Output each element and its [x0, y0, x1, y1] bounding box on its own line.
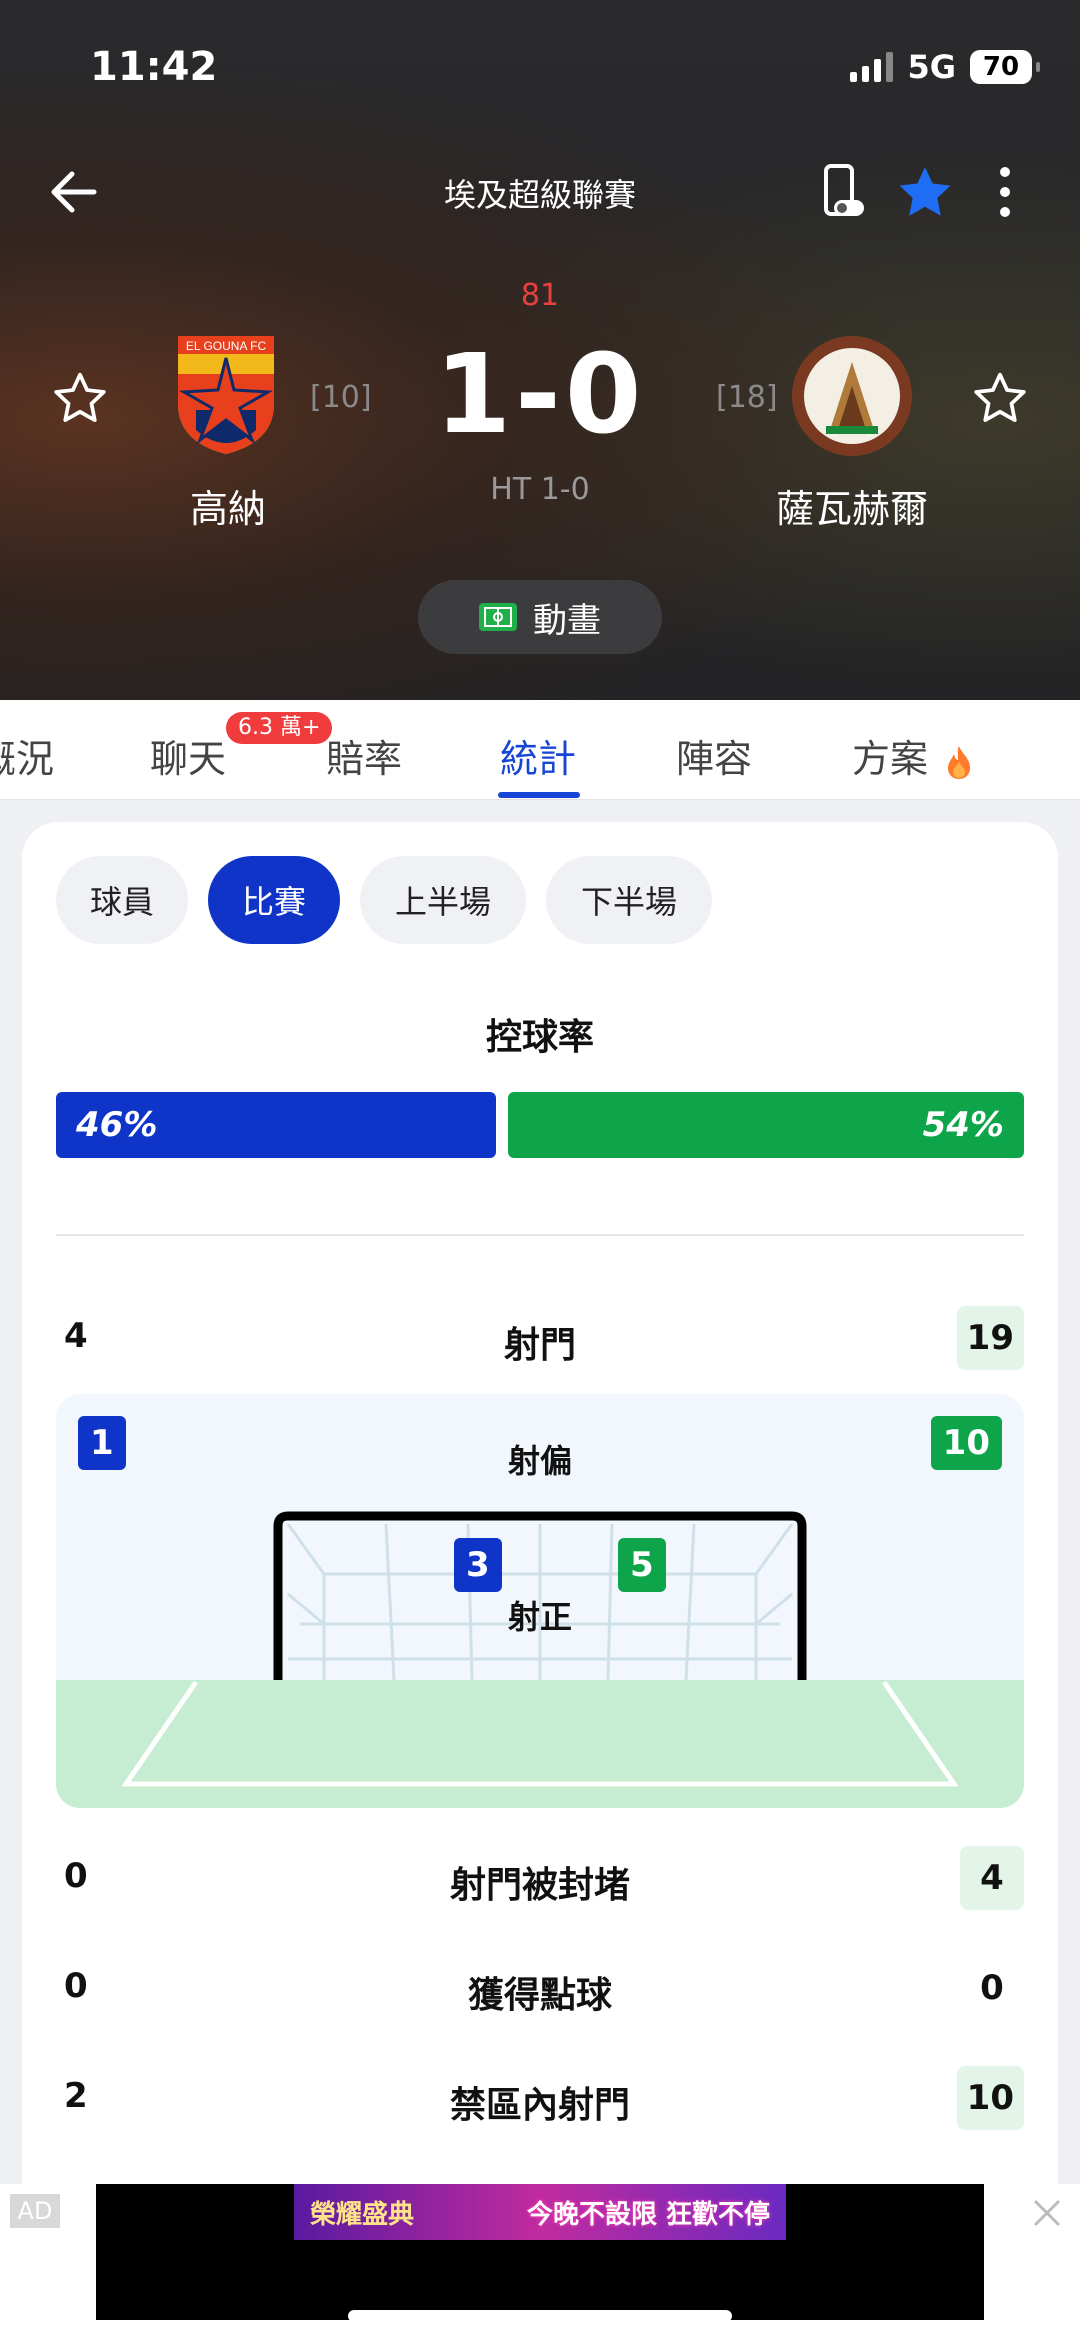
ad-banner[interactable]: 榮耀盛典 今晚不設限 狂歡不停	[294, 2184, 786, 2240]
tab-plans[interactable]: 方案	[852, 728, 974, 783]
navbar: 埃及超級聯賽	[0, 150, 1080, 230]
shots-on-away: 5	[618, 1538, 666, 1592]
shots-on-label: 射正	[507, 1598, 572, 1636]
box-shots-away: 10	[956, 2066, 1024, 2130]
shots-label: 射門	[503, 1325, 576, 1366]
tab-stats[interactable]: 統計	[500, 728, 576, 783]
animation-button[interactable]: 動畫	[418, 580, 662, 654]
tab-bar: 概況 聊天 6.3 萬+ 賠率 統計 陣容 方案	[0, 700, 1080, 800]
ad-label: AD	[10, 2194, 60, 2228]
shots-away: 19	[956, 1306, 1024, 1370]
more-options-icon[interactable]	[985, 162, 1025, 222]
stat-row-box-shots: 2 禁區內射門 10	[56, 2066, 1024, 2130]
stat-row-penalties: 0 獲得點球 0	[56, 1956, 1024, 2020]
blocked-label: 射門被封堵	[449, 1865, 630, 1906]
animation-label: 動畫	[533, 600, 601, 641]
match-header: 11:42 5G 70 埃及超級聯賽 81 EL GOUNA FC [10] 1…	[0, 0, 1080, 700]
favorite-star-icon[interactable]	[895, 162, 955, 222]
filter-players[interactable]: 球員	[56, 856, 188, 944]
penalties-label: 獲得點球	[467, 1975, 612, 2016]
home-team-name[interactable]: 高納	[108, 478, 348, 533]
possession-title: 控球率	[485, 1017, 594, 1058]
stat-row-blocked: 0 射門被封堵 4	[56, 1846, 1024, 1910]
shots-off-away: 10	[930, 1416, 1002, 1470]
away-team-name[interactable]: 薩瓦赫爾	[732, 478, 972, 533]
chat-count-badge: 6.3 萬+	[226, 712, 333, 744]
shot-map: 1 射偏 10 3 5 射正	[56, 1394, 1024, 1808]
box-shots-label: 禁區內射門	[449, 2085, 630, 2126]
blocked-away: 4	[960, 1846, 1024, 1910]
pitch-icon	[479, 603, 517, 631]
divider	[56, 1234, 1024, 1236]
phone-mode-icon[interactable]	[818, 162, 868, 222]
shots-on-home: 3	[454, 1538, 502, 1592]
filter-match[interactable]: 比賽	[208, 856, 340, 944]
signal-icon	[850, 52, 894, 82]
fire-icon	[948, 745, 971, 779]
away-favorite-star-icon[interactable]	[972, 370, 1028, 426]
possession-home-bar: 46%	[56, 1092, 496, 1158]
close-icon[interactable]	[1032, 2198, 1062, 2228]
possession-away-bar: 54%	[508, 1092, 1024, 1158]
score: 1-0	[434, 330, 646, 458]
stats-filter: 球員 比賽 上半場 下半場	[56, 856, 712, 944]
ad-banner-right-text: 今晚不設限 狂歡不停	[526, 2199, 770, 2230]
home-indicator	[348, 2310, 732, 2322]
shots-off-label: 射偏	[507, 1442, 572, 1480]
tab-lineup[interactable]: 陣容	[676, 728, 752, 783]
ad-banner-left-text: 榮耀盛典	[310, 2199, 415, 2230]
tab-overview[interactable]: 概況	[0, 728, 54, 783]
stat-row-shots: 4 射門 19	[56, 1306, 1024, 1370]
match-minute: 81	[520, 278, 560, 313]
stats-card: 球員 比賽 上半場 下半場 控球率 46% 54% 4 射門 19 1 射偏 1…	[22, 822, 1058, 2222]
tab-plans-label: 方案	[852, 737, 929, 781]
tab-odds[interactable]: 賠率	[326, 728, 402, 783]
filter-first-half[interactable]: 上半場	[360, 856, 526, 944]
network-type: 5G	[907, 48, 956, 86]
battery-icon: 70	[970, 50, 1040, 84]
filter-second-half[interactable]: 下半場	[546, 856, 712, 944]
status-time: 11:42	[90, 44, 218, 90]
penalties-away: 0	[980, 1968, 1004, 2008]
status-icons: 5G 70	[850, 48, 1040, 86]
active-tab-indicator	[498, 792, 580, 798]
tab-chat[interactable]: 聊天	[150, 728, 226, 783]
away-rank: [18]	[716, 380, 778, 415]
away-team-logo	[792, 336, 912, 456]
